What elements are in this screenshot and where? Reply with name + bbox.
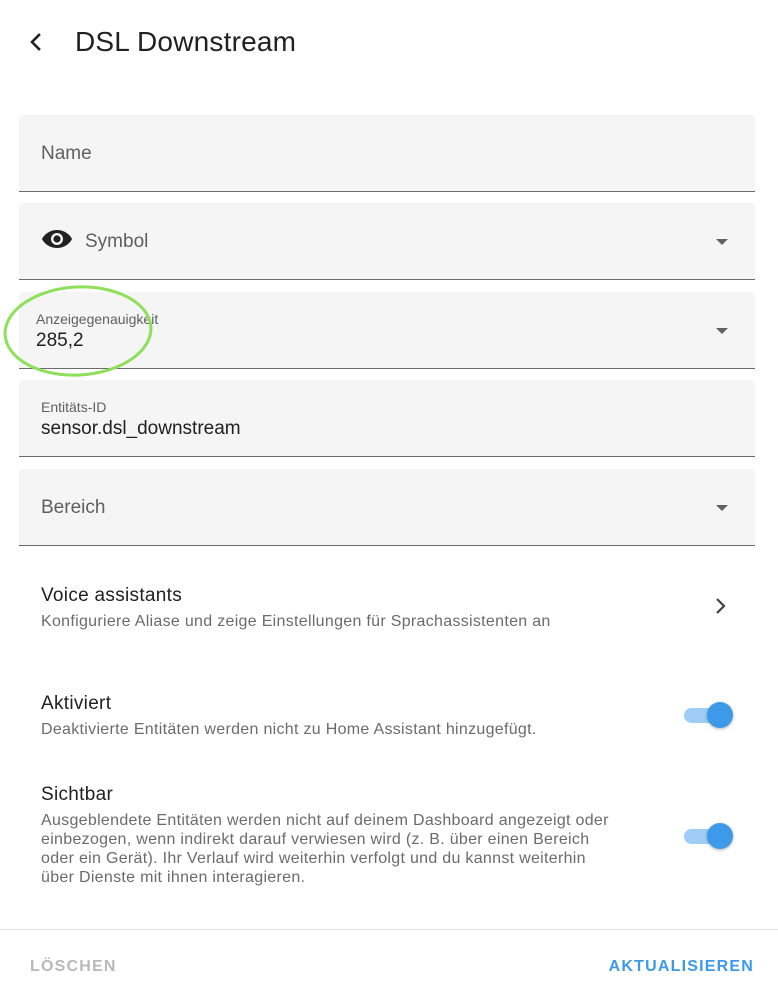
dropdown-arrow-icon [716,505,728,511]
display-precision-select[interactable]: Anzeigegenauigkeit 285,2 [19,292,755,369]
visible-subtitle-line: oder ein Gerät). Ihr Verlauf wird weiter… [41,850,586,867]
dropdown-arrow-icon [716,239,728,245]
visible-subtitle: Ausgeblendete Entitäten werden nicht auf… [41,811,661,887]
visible-subtitle-line: Ausgeblendete Entitäten werden nicht auf… [41,812,609,829]
name-field-label: Name [41,143,92,164]
update-button[interactable]: AKTUALISIEREN [609,958,754,976]
symbol-label: Symbol [85,231,149,252]
entity-settings-dialog: DSL Downstream Name Symbol Anzeigegenaui… [0,0,778,1000]
visible-row: Sichtbar Ausgeblendete Entitäten werden … [41,783,661,887]
dialog-header: DSL Downstream [0,0,778,86]
symbol-select[interactable]: Symbol [19,203,755,280]
visible-title: Sichtbar [41,784,114,805]
toggle-knob [707,702,733,728]
name-field[interactable]: Name [19,115,755,192]
visible-subtitle-line: einbezogen, wenn indirekt darauf verwies… [41,831,590,848]
area-select[interactable]: Bereich [19,469,755,546]
dialog-footer: LÖSCHEN AKTUALISIEREN [0,929,778,1000]
voice-assistants-subtitle: Konfiguriere Aliase und zeige Einstellun… [41,613,551,630]
back-button[interactable] [18,24,54,60]
precision-label: Anzeigegenauigkeit [36,311,159,327]
eye-icon [42,230,72,248]
area-label: Bereich [41,497,106,518]
delete-button[interactable]: LÖSCHEN [30,958,117,976]
chevron-left-icon [30,33,41,51]
entity-id-label: Entitäts-ID [41,399,107,415]
entity-id-value: sensor.dsl_downstream [41,418,241,439]
precision-value: 285,2 [36,330,84,351]
visible-toggle[interactable] [683,821,735,851]
visible-subtitle-line: über Dienste mit ihnen interagieren. [41,869,306,886]
page-title: DSL Downstream [75,26,297,57]
entity-id-field[interactable]: Entitäts-ID sensor.dsl_downstream [19,380,755,457]
toggle-knob [707,823,733,849]
enabled-subtitle: Deaktivierte Entitäten werden nicht zu H… [41,721,537,738]
enabled-row: Aktiviert Deaktivierte Entitäten werden … [41,692,661,739]
voice-assistants-row[interactable]: Voice assistants Konfiguriere Aliase und… [41,584,741,631]
chevron-right-icon[interactable] [712,597,730,615]
enabled-title: Aktiviert [41,693,112,714]
dropdown-arrow-icon [716,328,728,334]
voice-assistants-title: Voice assistants [41,585,183,606]
enabled-toggle[interactable] [683,700,735,730]
